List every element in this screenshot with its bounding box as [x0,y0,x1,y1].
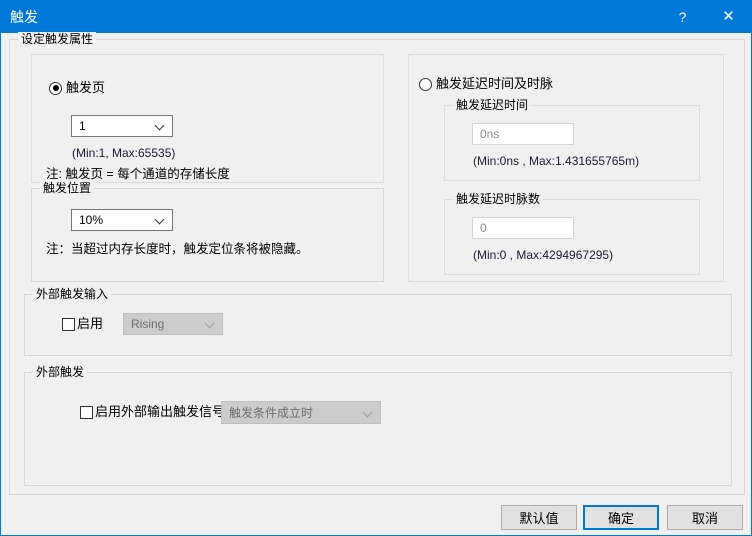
help-icon[interactable]: ? [660,1,705,33]
trigger-page-combo[interactable]: 1 [71,115,173,137]
trigger-page-radio-mark [49,81,62,95]
chevron-down-icon [155,124,164,129]
trigger-settings-dialog: 触发 ? ✕ 设定触发属性 触发页 1 (Min:1, Max:65535) 注… [0,0,752,536]
trigger-delay-time-group: 触发延迟时间 0ns (Min:0ns , Max:1.431655765m) [444,98,700,181]
trigger-delay-clock-group: 触发延迟时脉数 0 (Min:0 , Max:4294967295) [444,192,700,275]
trigger-position-combo-value: 10% [79,213,104,227]
external-trigger-output-group-label: 外部触发 [33,365,88,379]
external-trigger-input-combo[interactable]: Rising [123,313,223,335]
external-trigger-output-combo-value: 触发条件成立时 [229,406,314,420]
trigger-properties-group-label: 设定触发属性 [18,32,97,46]
ok-button[interactable]: 确定 [583,505,659,530]
trigger-position-note: 注：当超过内存长度时，触发定位条将被隐藏。 [46,242,309,256]
trigger-page-range-hint: (Min:1, Max:65535) [72,146,176,160]
external-trigger-input-combo-value: Rising [131,317,165,331]
chevron-down-icon [205,322,214,327]
external-trigger-input-group-label: 外部触发输入 [33,287,112,301]
trigger-delay-clock-range-hint: (Min:0 , Max:4294967295) [473,248,614,262]
cancel-button[interactable]: 取消 [667,505,743,530]
chevron-down-icon [363,411,372,416]
trigger-page-radio-label: 触发页 [66,80,106,95]
external-trigger-input-group: 外部触发输入 启用 Rising [24,287,732,356]
trigger-delay-clock-input[interactable]: 0 [472,217,574,239]
trigger-delay-time-range-hint: (Min:0ns , Max:1.431655765m) [473,154,640,168]
trigger-page-panel: 触发页 1 (Min:1, Max:65535) 注: 触发页 = 每个通道的存… [31,54,384,183]
external-trigger-output-checkbox-mark [80,405,93,419]
trigger-delay-time-input[interactable]: 0ns [472,123,574,145]
trigger-properties-group: 设定触发属性 触发页 1 (Min:1, Max:65535) 注: 触发页 =… [9,32,745,495]
trigger-position-group: 触发位置 10% 注：当超过内存长度时，触发定位条将被隐藏。 [31,181,384,282]
close-icon[interactable]: ✕ [706,1,751,33]
external-trigger-input-checkbox[interactable]: 启用 [62,317,103,331]
window-title: 触发 [10,9,38,25]
external-trigger-input-checkbox-label: 启用 [77,316,104,331]
trigger-delay-radio-label: 触发延迟时间及时脉 [436,76,554,91]
trigger-delay-time-group-label: 触发延迟时间 [453,98,532,112]
external-trigger-output-combo[interactable]: 触发条件成立时 [221,401,381,424]
trigger-delay-time-value: 0ns [480,127,500,141]
external-trigger-output-checkbox-label: 启用外部输出触发信号 [95,404,226,419]
trigger-position-combo[interactable]: 10% [71,209,173,231]
trigger-page-combo-value: 1 [79,119,86,133]
trigger-delay-clock-value: 0 [480,221,487,235]
trigger-delay-radio-mark [419,77,432,91]
trigger-position-group-label: 触发位置 [40,181,95,195]
trigger-delay-panel: 触发延迟时间及时脉 触发延迟时间 0ns (Min:0ns , Max:1.43… [408,54,724,282]
trigger-delay-radio[interactable]: 触发延迟时间及时脉 [419,77,553,91]
external-trigger-output-group: 外部触发 启用外部输出触发信号 触发条件成立时 [24,365,732,486]
external-trigger-input-checkbox-mark [62,317,75,331]
trigger-delay-clock-group-label: 触发延迟时脉数 [453,192,544,206]
external-trigger-output-checkbox[interactable]: 启用外部输出触发信号 [80,405,225,419]
trigger-page-radio[interactable]: 触发页 [49,81,105,95]
chevron-down-icon [155,218,164,223]
trigger-page-note: 注: 触发页 = 每个通道的存储长度 [46,167,230,181]
default-values-button[interactable]: 默认值 [501,505,577,530]
title-bar: 触发 ? ✕ [1,1,751,33]
